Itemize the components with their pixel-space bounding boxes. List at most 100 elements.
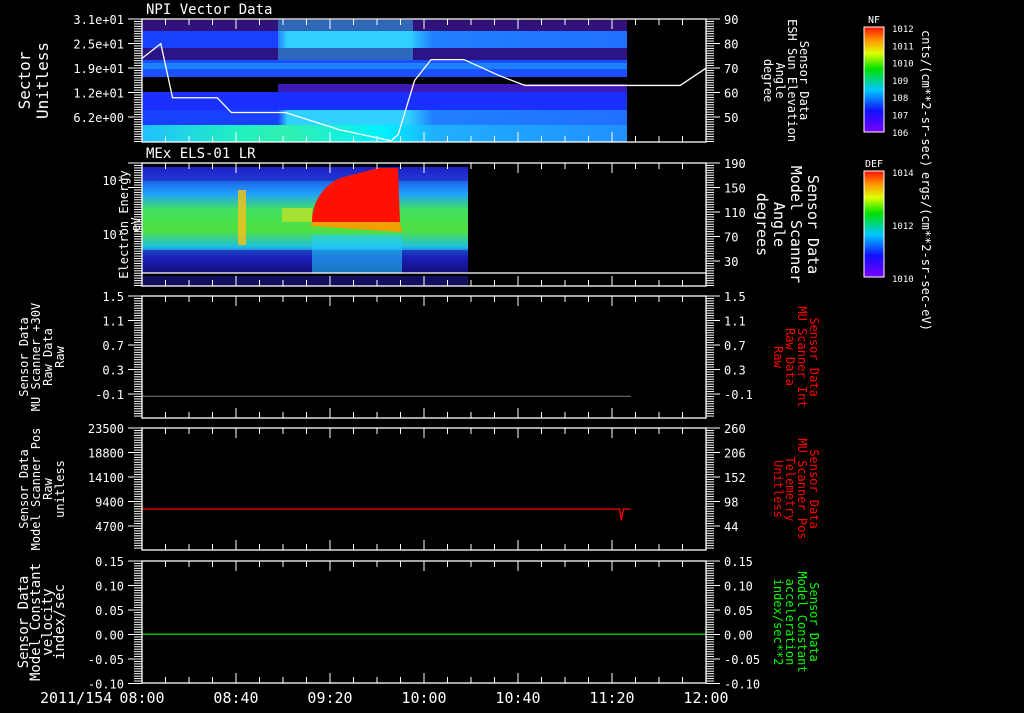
x-tick-label: 11:20 — [589, 689, 634, 707]
colorbar-tick-label: 107 — [892, 112, 908, 122]
colorbar-tick-label: 1011 — [892, 42, 914, 52]
colorbar-tick-label: 1014 — [892, 169, 914, 179]
right-axis-label: degree — [761, 59, 775, 102]
spectrogram-band — [142, 63, 627, 69]
right-tick-label: 90 — [724, 13, 738, 27]
left-axis-label: unitless — [53, 460, 67, 518]
right-tick-label: 190 — [724, 157, 746, 171]
x-tick-label: 08:00 — [119, 689, 164, 707]
right-tick-label: 60 — [724, 87, 738, 101]
right-tick-label: 152 — [724, 471, 746, 485]
left-axis-label: Raw — [53, 345, 67, 367]
right-tick-label: 0.3 — [724, 364, 746, 378]
spectrogram-band — [142, 110, 627, 125]
left-tick-label: 0.00 — [95, 629, 124, 643]
right-tick-label: 98 — [724, 496, 738, 510]
right-tick-label: 44 — [724, 520, 738, 534]
left-tick-label: 6.2e+00 — [73, 111, 124, 125]
right-tick-label: 0.00 — [724, 629, 753, 643]
x-tick-labels: 08:00 08:40 09:20 10:00 10:40 11:20 12:00 — [119, 689, 728, 707]
left-tick-label: 0.05 — [95, 604, 124, 618]
right-tick-label: 110 — [724, 206, 746, 220]
left-tick-label: 1.5 — [102, 290, 124, 304]
plot-canvas: NF DEF 101210111010109108107106101410121… — [15, 2, 933, 707]
colorbar-tick-label: 1012 — [892, 222, 914, 232]
left-tick-label: 3.1e+01 — [73, 13, 124, 27]
left-axis-label: Unitless — [33, 42, 52, 119]
colorbar-tick-label: 1012 — [892, 25, 914, 35]
left-tick-label: 0.15 — [95, 555, 124, 569]
colorbar-tick-label: 108 — [892, 94, 908, 104]
def-colorbar-label: DEF — [865, 159, 883, 170]
spectrogram-band — [282, 208, 312, 222]
panel-frame — [141, 560, 707, 684]
left-tick-label: 9400 — [95, 496, 124, 510]
x-date-label: 2011/154 — [40, 689, 112, 707]
right-tick-label: 0.15 — [724, 555, 753, 569]
left-tick-label: 0.10 — [95, 580, 124, 594]
right-tick-label: 206 — [724, 447, 746, 461]
right-tick-label: 80 — [724, 38, 738, 52]
els-spectrogram — [142, 167, 706, 286]
right-tick-label: 0.7 — [724, 339, 746, 353]
right-axis-label: Raw — [771, 346, 785, 368]
left-tick-label: 0.3 — [102, 364, 124, 378]
spectrogram-band — [312, 235, 402, 273]
x-tick-label: 10:40 — [495, 689, 540, 707]
def-units: ergs/(cm**2-sr-sec-eV) — [919, 172, 933, 331]
left-axis-label: eV — [129, 217, 143, 231]
right-tick-label: 260 — [724, 422, 746, 436]
nf-units: cnts/(cm**2-sr-sec) — [919, 30, 933, 167]
right-tick-label: 0.05 — [724, 604, 753, 618]
x-tick-label: 10:00 — [401, 689, 446, 707]
left-tick-label: -0.05 — [88, 653, 124, 667]
spectrogram-band — [142, 167, 468, 181]
right-tick-label: 1.1 — [724, 315, 746, 329]
left-tick-label: 23500 — [88, 422, 124, 436]
right-tick-label: -0.05 — [724, 653, 760, 667]
colorbar-tick-labels: 1012 1011 1010 109 108 107 106 1014 1012 1010 — [892, 25, 914, 285]
right-axis-label: Unitless — [771, 460, 785, 518]
left-axis-label: Sector — [15, 51, 34, 109]
right-axis-label: index/sec**2 — [771, 579, 785, 666]
left-tick-label: 1.2e+01 — [73, 87, 124, 101]
left-tick-label: 1.1 — [102, 315, 124, 329]
nf-colorbar-label: NF — [868, 15, 880, 26]
def-colorbar — [863, 170, 885, 278]
right-axis-label: Model Scanner — [787, 166, 805, 283]
left-axis-label: index/sec — [52, 584, 68, 660]
x-tick-label: 08:40 — [213, 689, 258, 707]
left-tick-label: 0.7 — [102, 339, 124, 353]
x-tick-label: 09:20 — [307, 689, 352, 707]
spectrogram-band — [142, 250, 468, 273]
panel2-title: MEx ELS-01 LR — [146, 146, 256, 162]
panel-frame — [141, 427, 707, 551]
left-tick-label: 14100 — [88, 471, 124, 485]
nf-colorbar — [863, 26, 885, 133]
left-tick-label: 1.9e+01 — [73, 62, 124, 76]
colorbar-tick-label: 106 — [892, 129, 908, 139]
right-tick-label: 30 — [724, 255, 738, 269]
spectrogram-band — [278, 20, 413, 60]
mu-scanner-pos-line — [142, 508, 631, 521]
panel1-title: NPI Vector Data — [146, 2, 272, 18]
left-tick-label: 4700 — [95, 520, 124, 534]
colorbar-tick-label: 1010 — [892, 60, 914, 70]
left-tick-label: 18800 — [88, 447, 124, 461]
colorbar-tick-label: 1010 — [892, 275, 914, 285]
colorbar-tick-label: 109 — [892, 77, 908, 87]
right-tick-label: 1.5 — [724, 290, 746, 304]
right-tick-label: 70 — [724, 231, 738, 245]
right-axis-label: Angle — [770, 202, 788, 247]
right-axis-label: Sensor Data — [804, 175, 822, 274]
right-axis-label: degrees — [753, 193, 771, 256]
left-tick-label: 2.5e+01 — [73, 38, 124, 52]
spectrogram-band — [142, 92, 627, 110]
right-tick-label: 0.10 — [724, 580, 753, 594]
right-tick-label: -0.1 — [724, 388, 753, 402]
x-tick-label: 12:00 — [683, 689, 728, 707]
panel-frame — [141, 295, 707, 419]
spectrogram-band — [238, 190, 246, 245]
right-tick-label: 70 — [724, 62, 738, 76]
npi-spectrogram — [142, 20, 627, 142]
